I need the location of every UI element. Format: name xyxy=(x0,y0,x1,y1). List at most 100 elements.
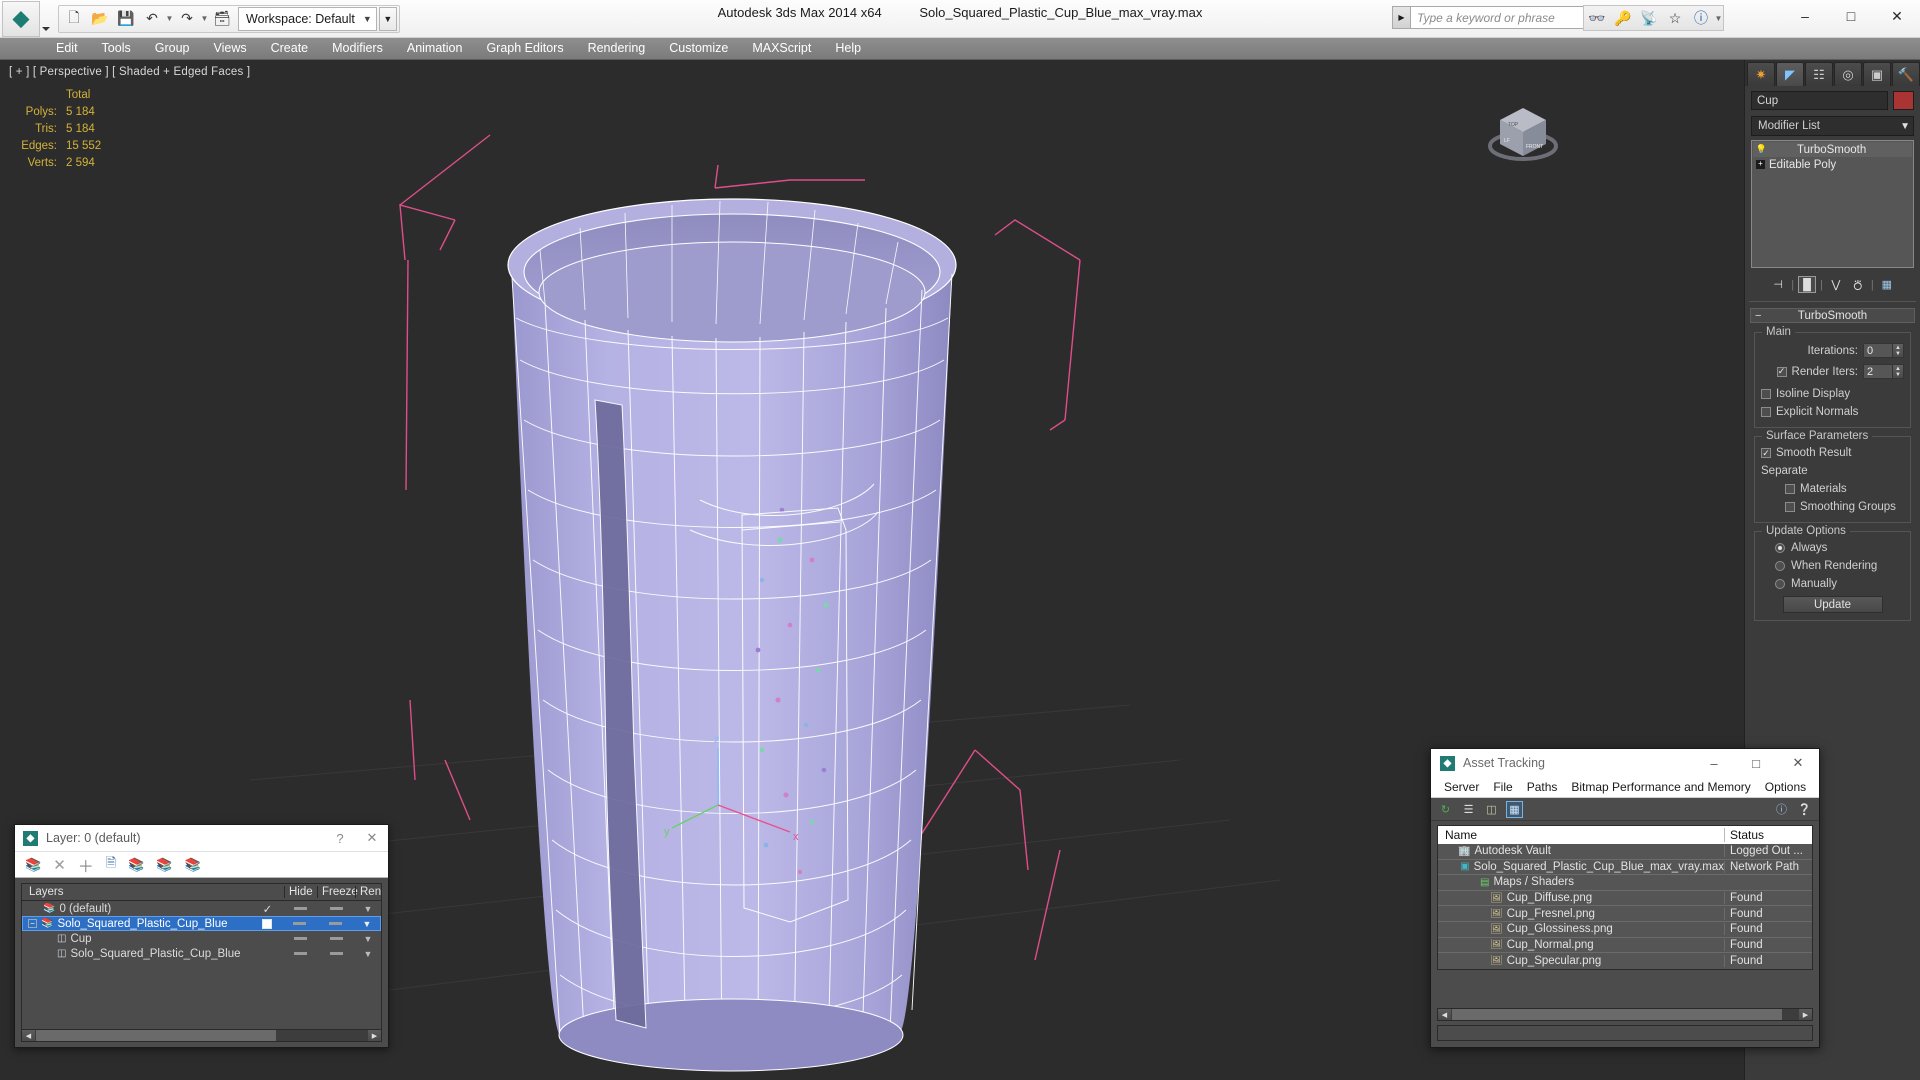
always-row[interactable]: Always xyxy=(1775,542,1904,554)
spinner-arrows-icon[interactable]: ▲ ▼ xyxy=(1893,343,1904,358)
whats-this-icon[interactable]: ❔ xyxy=(1796,801,1813,818)
layer-dialog-titlebar[interactable]: ◆ Layer: 0 (default) ? ✕ xyxy=(15,825,388,852)
render-toggle[interactable]: ▼ xyxy=(355,934,381,944)
object-name-field[interactable]: Cup xyxy=(1751,91,1888,110)
render-iters-spinner[interactable]: 2 ▲ ▼ xyxy=(1863,364,1904,379)
asset-row-cup-fresnel[interactable]: 🖼 Cup_Fresnel.png Found xyxy=(1438,906,1812,922)
hide-toggle[interactable] xyxy=(284,952,317,955)
menu-item-edit[interactable]: Edit xyxy=(44,38,90,59)
binoculars-icon[interactable]: 👓 xyxy=(1584,6,1610,30)
scroll-left-icon[interactable]: ◀ xyxy=(22,1030,35,1041)
modifier-list-dropdown[interactable]: Modifier List ▼ xyxy=(1751,116,1914,136)
freeze-toggle[interactable] xyxy=(317,937,355,940)
list-view-icon[interactable]: ☰ xyxy=(1460,801,1477,818)
modify-tab[interactable]: ◤ xyxy=(1776,62,1804,86)
rollout-header[interactable]: − TurboSmooth xyxy=(1750,308,1915,323)
select-highlighted-objects-icon[interactable]: 📚 xyxy=(156,857,172,873)
layer-row-object-solo-squared-plastic-cup-blue[interactable]: ◫ Solo_Squared_Plastic_Cup_Blue ▼ xyxy=(22,946,381,961)
close-button[interactable]: ✕ xyxy=(1777,749,1819,777)
spinner-arrows-icon[interactable]: ▲ ▼ xyxy=(1893,364,1904,379)
layer-row-default[interactable]: 📚 0 (default) ✓ ▼ xyxy=(22,901,381,916)
scroll-right-icon[interactable]: ▶ xyxy=(368,1030,381,1041)
pin-stack-icon[interactable]: ⊣ xyxy=(1769,276,1787,293)
scroll-left-icon[interactable]: ◀ xyxy=(1438,1009,1451,1020)
freeze-toggle[interactable] xyxy=(317,952,355,955)
maximize-button[interactable]: □ xyxy=(1735,749,1777,777)
project-folder-icon[interactable]: 🗃 xyxy=(209,7,235,31)
maximize-button[interactable]: □ xyxy=(1828,0,1874,32)
search-dropdown-icon[interactable]: ▶ xyxy=(1392,6,1410,29)
collapse-icon[interactable]: − xyxy=(28,919,37,928)
explicit-normals-row[interactable]: Explicit Normals xyxy=(1761,406,1904,418)
menu-item-bitmap-performance-and-memory[interactable]: Bitmap Performance and Memory xyxy=(1564,780,1757,794)
save-file-icon[interactable]: 💾 xyxy=(113,7,139,31)
asset-tracking-dialog[interactable]: ◆ Asset Tracking – □ ✕ Server File Paths… xyxy=(1430,748,1820,1048)
freeze-toggle[interactable] xyxy=(317,907,355,910)
hide-toggle[interactable] xyxy=(284,937,317,940)
manually-radio[interactable] xyxy=(1775,579,1785,589)
redo-dropdown-arrow[interactable]: ▼ xyxy=(200,14,209,23)
menu-item-customize[interactable]: Customize xyxy=(657,38,740,59)
workspace-selector[interactable]: Workspace: Default ▼ xyxy=(238,6,377,31)
help-button[interactable]: ? xyxy=(324,825,356,851)
menu-item-tools[interactable]: Tools xyxy=(90,38,143,59)
close-button[interactable]: ✕ xyxy=(1874,0,1920,32)
undo-icon[interactable]: ↶ xyxy=(139,7,165,31)
menu-item-maxscript[interactable]: MAXScript xyxy=(740,38,823,59)
menu-item-group[interactable]: Group xyxy=(143,38,202,59)
menu-item-create[interactable]: Create xyxy=(259,38,321,59)
new-layer-icon[interactable]: 📚 xyxy=(25,857,41,873)
layer-row-cup[interactable]: ◫ Cup ▼ xyxy=(22,931,381,946)
menu-item-paths[interactable]: Paths xyxy=(1520,780,1565,794)
current-layer-check[interactable]: ✓ xyxy=(251,902,284,916)
app-menu-dropdown-arrow[interactable] xyxy=(40,1,52,37)
undo-dropdown-arrow[interactable]: ▼ xyxy=(165,14,174,23)
help-circle-icon[interactable]: ⓘ xyxy=(1688,6,1714,30)
object-color-swatch[interactable] xyxy=(1893,91,1914,110)
layer-properties-icon[interactable]: 📚 xyxy=(185,857,201,873)
menu-item-graph-editors[interactable]: Graph Editors xyxy=(474,38,575,59)
delete-layer-icon[interactable]: ✕ xyxy=(53,856,66,874)
update-button[interactable]: Update xyxy=(1782,596,1883,613)
menu-item-rendering[interactable]: Rendering xyxy=(576,38,658,59)
asset-row-cup-specular[interactable]: 🖼 Cup_Specular.png Found xyxy=(1438,953,1812,969)
asset-row-cup-diffuse[interactable]: 🖼 Cup_Diffuse.png Found xyxy=(1438,891,1812,907)
iterations-spinner[interactable]: 0 ▲ ▼ xyxy=(1863,343,1904,358)
display-tab[interactable]: ▣ xyxy=(1863,62,1891,86)
freeze-toggle[interactable] xyxy=(316,922,354,925)
manually-row[interactable]: Manually xyxy=(1775,578,1904,590)
when-rendering-radio[interactable] xyxy=(1775,561,1785,571)
remove-modifier-icon[interactable]: ⛣ xyxy=(1849,276,1867,293)
render-toggle[interactable]: ▼ xyxy=(354,919,380,929)
layer-horizontal-scrollbar[interactable]: ◀ ▶ xyxy=(21,1029,382,1042)
explicit-normals-checkbox[interactable] xyxy=(1761,407,1771,417)
asset-row-cup-glossiness[interactable]: 🖼 Cup_Glossiness.png Found xyxy=(1438,922,1812,938)
refresh-icon[interactable]: ↻ xyxy=(1437,801,1454,818)
collapse-icon[interactable]: − xyxy=(1755,310,1761,322)
materials-row[interactable]: Materials xyxy=(1785,483,1904,495)
utilities-tab[interactable]: 🔨 xyxy=(1892,62,1920,86)
asset-row-autodesk-vault[interactable]: 🏢 Autodesk Vault Logged Out ... xyxy=(1438,844,1812,860)
configure-modifier-sets-icon[interactable]: ▦ xyxy=(1878,276,1896,293)
smoothing-groups-checkbox[interactable] xyxy=(1785,502,1795,512)
menu-item-help[interactable]: Help xyxy=(823,38,873,59)
current-layer-check[interactable] xyxy=(250,918,283,929)
show-end-result-icon[interactable]: █ xyxy=(1798,276,1817,293)
isoline-display-checkbox[interactable] xyxy=(1761,389,1771,399)
iterations-value[interactable]: 0 xyxy=(1863,343,1893,358)
minimize-button[interactable]: – xyxy=(1693,749,1735,777)
new-file-icon[interactable]: 🗋 xyxy=(61,7,87,31)
open-file-icon[interactable]: 📂 xyxy=(87,7,113,31)
layer-row-solo-squared-plastic-cup-blue[interactable]: − 📚 Solo_Squared_Plastic_Cup_Blue ▼ xyxy=(22,916,381,931)
create-tab[interactable]: ✷ xyxy=(1747,62,1775,86)
detail-view-icon[interactable]: ◫ xyxy=(1483,801,1500,818)
menu-item-modifiers[interactable]: Modifiers xyxy=(320,38,395,59)
set-current-layer-icon[interactable]: 📚 xyxy=(128,857,144,873)
scrollbar-thumb[interactable] xyxy=(1452,1009,1782,1020)
make-unique-icon[interactable]: ⋁ xyxy=(1827,276,1845,293)
search-input[interactable]: Type a keyword or phrase xyxy=(1410,6,1596,29)
when-rendering-row[interactable]: When Rendering xyxy=(1775,560,1904,572)
asset-horizontal-scrollbar[interactable]: ◀ ▶ xyxy=(1437,1008,1813,1021)
modifier-stack-item-editable-poly[interactable]: + Editable Poly xyxy=(1753,157,1912,172)
smoothing-groups-row[interactable]: Smoothing Groups xyxy=(1785,501,1904,513)
